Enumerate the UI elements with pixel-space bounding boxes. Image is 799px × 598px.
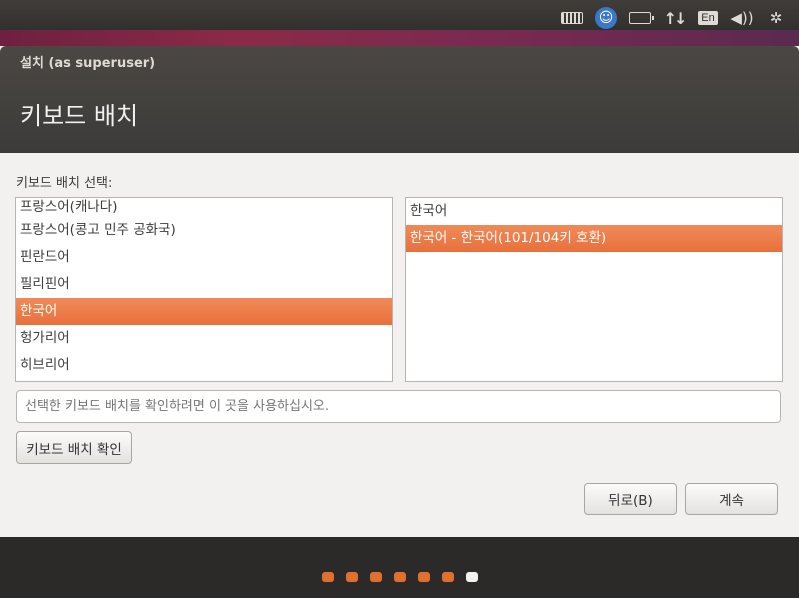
input-method-icon[interactable]: En [691,6,725,30]
desktop-wallpaper-strip [0,30,799,46]
back-button[interactable]: 뒤로(B) [584,483,677,515]
variant-list-item-selected[interactable]: 한국어 - 한국어(101/104키 호환) [406,225,782,252]
layout-list-item[interactable]: 필리핀어 [16,271,392,298]
volume-icon[interactable]: ◀)) [725,6,759,30]
progress-dot [417,572,430,582]
continue-button[interactable]: 계속 [685,483,778,515]
layout-list-item[interactable]: 헝가리어 [16,325,392,352]
layout-list-item[interactable]: 프랑스어(캐나다) [16,198,392,217]
layout-prompt-label: 키보드 배치 선택: [16,176,113,191]
keyboard-icon[interactable] [555,6,589,30]
battery-icon[interactable] [623,6,657,30]
progress-dots [0,572,799,582]
installer-window: 설치 (as superuser) 키보드 배치 키보드 배치 선택: 프랑스어… [0,46,799,537]
network-icon[interactable]: ↑↓ [657,6,691,30]
progress-dot [369,572,382,582]
layout-list-item-selected[interactable]: 한국어 [16,298,392,325]
variant-list-item[interactable]: 한국어 [406,198,782,225]
progress-dot [393,572,406,582]
progress-dot [321,572,334,582]
detect-layout-button[interactable]: 키보드 배치 확인 [16,431,132,464]
progress-dot [441,572,454,582]
accessibility-icon[interactable]: ☺ [589,6,623,30]
window-title: 설치 (as superuser) [20,56,156,71]
page-title: 키보드 배치 [20,102,139,130]
progress-dot [345,572,358,582]
layout-list-item[interactable]: 핀란드어 [16,244,392,271]
layout-list-item[interactable]: 히브리어 [16,352,392,379]
keyboard-test-input[interactable] [16,390,781,423]
window-header: 설치 (as superuser) 키보드 배치 [0,46,799,153]
settings-gear-icon[interactable]: ✲ [759,6,793,30]
variant-list[interactable]: 한국어 한국어 - 한국어(101/104키 호환) [405,197,783,382]
system-tray: ☺ ↑↓ En ◀)) ✲ [555,6,793,30]
progress-dot-current [465,572,478,582]
layout-list[interactable]: 프랑스어(캐나다) 프랑스어(콩고 민주 공화국) 핀란드어 필리핀어 한국어 … [15,197,393,382]
top-panel: ☺ ↑↓ En ◀)) ✲ [0,0,799,46]
layout-list-item[interactable]: 프랑스어(콩고 민주 공화국) [16,217,392,244]
